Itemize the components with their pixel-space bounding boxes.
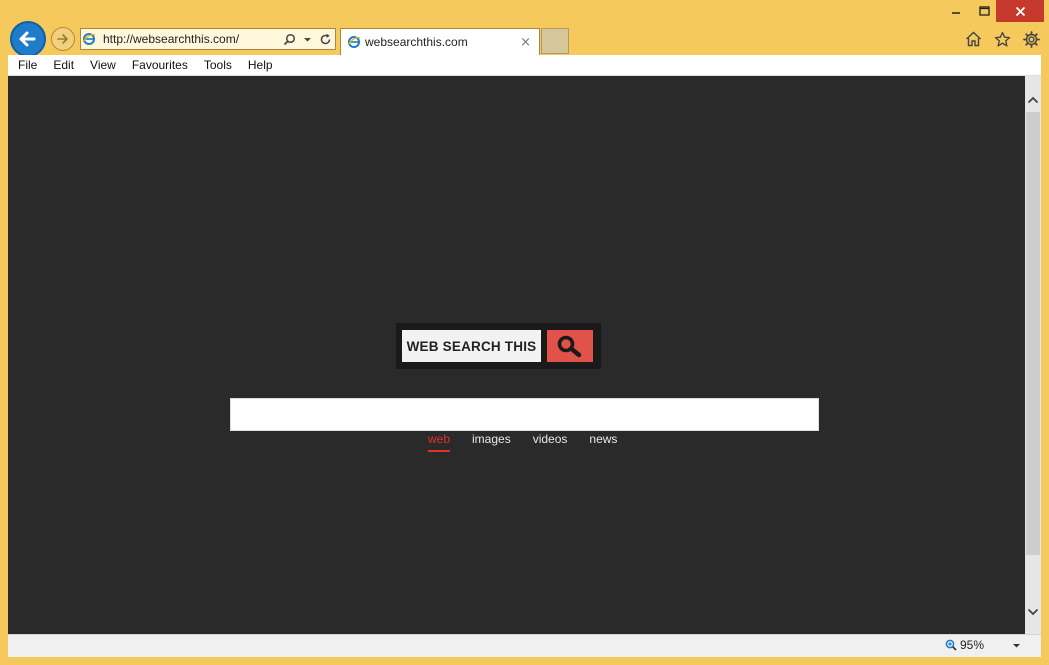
ie-page-icon <box>347 35 361 49</box>
tab-websearchthis[interactable]: websearchthis.com × <box>340 28 540 55</box>
chevron-down-icon[interactable] <box>299 31 315 47</box>
scroll-up-icon[interactable] <box>1025 90 1041 110</box>
new-tab-button[interactable] <box>541 28 569 54</box>
menu-bar: File Edit View Favourites Tools Help <box>8 55 1041 76</box>
refresh-icon[interactable] <box>317 31 333 47</box>
scroll-thumb[interactable] <box>1026 112 1040 555</box>
title-bar: http://websearchthis.com/ websearchthis.… <box>0 0 1049 57</box>
tab-close-icon[interactable]: × <box>520 35 531 50</box>
search-tab-news[interactable]: news <box>589 432 617 452</box>
forward-button[interactable] <box>51 27 75 51</box>
favorites-star-icon[interactable] <box>991 28 1013 50</box>
status-bar: 95% <box>8 634 1041 657</box>
back-button[interactable] <box>10 21 46 57</box>
logo-magnifier <box>547 330 593 362</box>
arrow-right-icon <box>57 34 68 44</box>
close-icon <box>1015 6 1025 16</box>
gear-icon[interactable] <box>1020 28 1042 50</box>
chevron-down-icon[interactable] <box>1012 641 1021 650</box>
minimize-icon <box>952 12 960 14</box>
menu-view[interactable]: View <box>90 58 116 72</box>
address-bar[interactable]: http://websearchthis.com/ <box>80 28 336 50</box>
search-type-tabs: web images videos news <box>428 432 617 452</box>
address-url[interactable]: http://websearchthis.com/ <box>103 32 281 46</box>
menu-help[interactable]: Help <box>248 58 273 72</box>
tab-title: websearchthis.com <box>365 35 468 49</box>
magnifier-icon <box>557 335 582 358</box>
browser-window: http://websearchthis.com/ websearchthis.… <box>0 0 1049 665</box>
arrow-left-icon <box>19 31 36 47</box>
search-tab-images[interactable]: images <box>472 432 511 452</box>
page-viewport: WEB SEARCH THIS web images videos news <box>8 76 1025 634</box>
site-logo: WEB SEARCH THIS <box>396 323 601 369</box>
zoom-control[interactable]: 95% <box>945 638 1021 652</box>
menu-tools[interactable]: Tools <box>204 58 232 72</box>
search-tab-web[interactable]: web <box>428 432 451 452</box>
logo-text-box: WEB SEARCH THIS <box>402 330 541 362</box>
search-input[interactable] <box>230 398 819 431</box>
menu-favourites[interactable]: Favourites <box>132 58 188 72</box>
menu-file[interactable]: File <box>18 58 37 72</box>
search-tab-videos[interactable]: videos <box>533 432 568 452</box>
close-window-button[interactable] <box>996 0 1044 22</box>
vertical-scrollbar[interactable] <box>1025 76 1041 634</box>
menu-edit[interactable]: Edit <box>53 58 74 72</box>
home-icon[interactable] <box>962 28 984 50</box>
scroll-down-icon[interactable] <box>1025 602 1041 622</box>
logo-text: WEB SEARCH THIS <box>406 338 537 354</box>
zoom-value: 95% <box>959 638 984 652</box>
ie-logo-icon <box>81 31 97 47</box>
zoom-icon <box>945 639 957 651</box>
browser-toolbar <box>962 28 1042 50</box>
maximize-icon <box>978 6 990 16</box>
search-icon[interactable] <box>281 31 297 47</box>
